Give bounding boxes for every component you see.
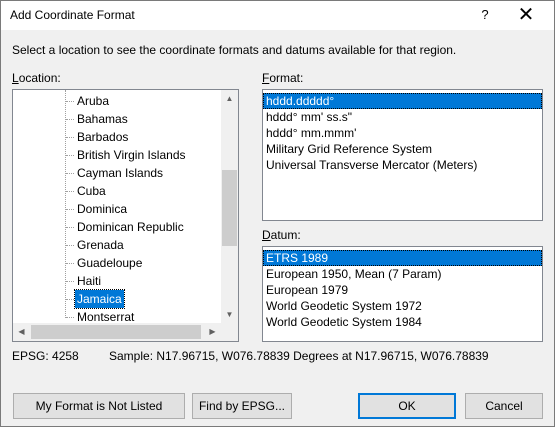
datum-list-item[interactable]: World Geodetic System 1984 bbox=[263, 314, 542, 330]
scroll-right-icon[interactable]: ▶ bbox=[204, 323, 221, 340]
tree-connector bbox=[66, 119, 74, 120]
format-list-item[interactable]: hddd.ddddd° bbox=[263, 93, 542, 109]
location-label: Location: bbox=[12, 71, 61, 85]
location-tree-item[interactable]: Cayman Islands bbox=[75, 164, 165, 182]
ok-button[interactable]: OK bbox=[358, 393, 456, 419]
close-icon[interactable]: ✕ bbox=[514, 4, 538, 26]
format-list-item[interactable]: Universal Transverse Mercator (Meters) bbox=[263, 157, 542, 173]
sample-coordinates: Sample: N17.96715, W076.78839 Degrees at… bbox=[109, 349, 489, 363]
vertical-scroll-thumb[interactable] bbox=[222, 170, 237, 246]
location-vertical-scrollbar[interactable]: ▲ ▼ bbox=[221, 90, 238, 323]
tree-connector bbox=[66, 263, 74, 264]
location-horizontal-scrollbar[interactable]: ◀ ▶ bbox=[13, 323, 221, 341]
tree-connector bbox=[66, 245, 74, 246]
location-tree-item[interactable]: Aruba bbox=[75, 92, 111, 110]
format-label: Format: bbox=[262, 71, 304, 85]
instruction-text: Select a location to see the coordinate … bbox=[12, 43, 457, 57]
dialog-window: Add Coordinate Format ? ✕ Select a locat… bbox=[0, 0, 555, 427]
location-tree-item[interactable]: Dominica bbox=[75, 200, 129, 218]
location-tree-item[interactable]: Haiti bbox=[75, 272, 103, 290]
datum-list-item[interactable]: European 1950, Mean (7 Param) bbox=[263, 266, 542, 282]
datum-list-item[interactable]: World Geodetic System 1972 bbox=[263, 298, 542, 314]
tree-connector bbox=[66, 281, 74, 282]
location-tree-item[interactable]: British Virgin Islands bbox=[75, 146, 188, 164]
help-button[interactable]: ? bbox=[475, 6, 495, 24]
horizontal-scroll-thumb[interactable] bbox=[31, 325, 201, 339]
tree-connector bbox=[66, 101, 74, 102]
tree-connector bbox=[66, 227, 74, 228]
format-list-item[interactable]: Military Grid Reference System bbox=[263, 141, 542, 157]
scroll-left-icon[interactable]: ◀ bbox=[13, 323, 30, 340]
epsg-code: EPSG: 4258 bbox=[12, 349, 79, 363]
format-list-item[interactable]: hddd° mm.mmm' bbox=[263, 125, 542, 141]
scrollbar-corner bbox=[221, 323, 238, 341]
tree-connector bbox=[66, 191, 74, 192]
scroll-down-icon[interactable]: ▼ bbox=[221, 306, 238, 323]
tree-connector bbox=[65, 90, 66, 318]
location-tree[interactable]: Aruba Bahamas Barbados British Virgin Islan… bbox=[12, 89, 239, 342]
cancel-button[interactable]: Cancel bbox=[465, 393, 543, 419]
location-tree-item[interactable]: Cuba bbox=[75, 182, 108, 200]
tree-connector bbox=[66, 299, 74, 300]
scroll-up-icon[interactable]: ▲ bbox=[221, 90, 238, 107]
datum-list-item[interactable]: ETRS 1989 bbox=[263, 250, 542, 266]
tree-connector bbox=[66, 173, 74, 174]
format-list-item[interactable]: hddd° mm' ss.s" bbox=[263, 109, 542, 125]
dialog-content: Select a location to see the coordinate … bbox=[1, 30, 554, 426]
location-tree-item[interactable]: Dominican Republic bbox=[75, 218, 186, 236]
find-by-epsg-button[interactable]: Find by EPSG... bbox=[192, 393, 292, 419]
format-listbox[interactable]: hddd.ddddd° hddd° mm' ss.s" hddd° mm.mmm' M… bbox=[262, 89, 543, 221]
location-tree-item[interactable]: Jamaica bbox=[74, 289, 125, 309]
location-tree-items: Aruba Bahamas Barbados British Virgin Islan… bbox=[13, 90, 221, 324]
tree-connector bbox=[66, 317, 74, 318]
tree-connector bbox=[66, 137, 74, 138]
location-tree-item[interactable]: Bahamas bbox=[75, 110, 130, 128]
datum-label: Datum: bbox=[262, 228, 301, 242]
format-not-listed-button[interactable]: My Format is Not Listed bbox=[13, 393, 185, 419]
tree-connector bbox=[66, 209, 74, 210]
location-tree-item[interactable]: Barbados bbox=[75, 128, 130, 146]
datum-listbox[interactable]: ETRS 1989 European 1950, Mean (7 Param) Eu… bbox=[262, 246, 543, 342]
window-title: Add Coordinate Format bbox=[10, 8, 135, 22]
tree-connector bbox=[66, 155, 74, 156]
location-tree-item[interactable]: Grenada bbox=[75, 236, 126, 254]
title-bar: Add Coordinate Format ? ✕ bbox=[1, 1, 554, 30]
datum-list-item[interactable]: European 1979 bbox=[263, 282, 542, 298]
location-tree-item[interactable]: Guadeloupe bbox=[75, 254, 144, 272]
